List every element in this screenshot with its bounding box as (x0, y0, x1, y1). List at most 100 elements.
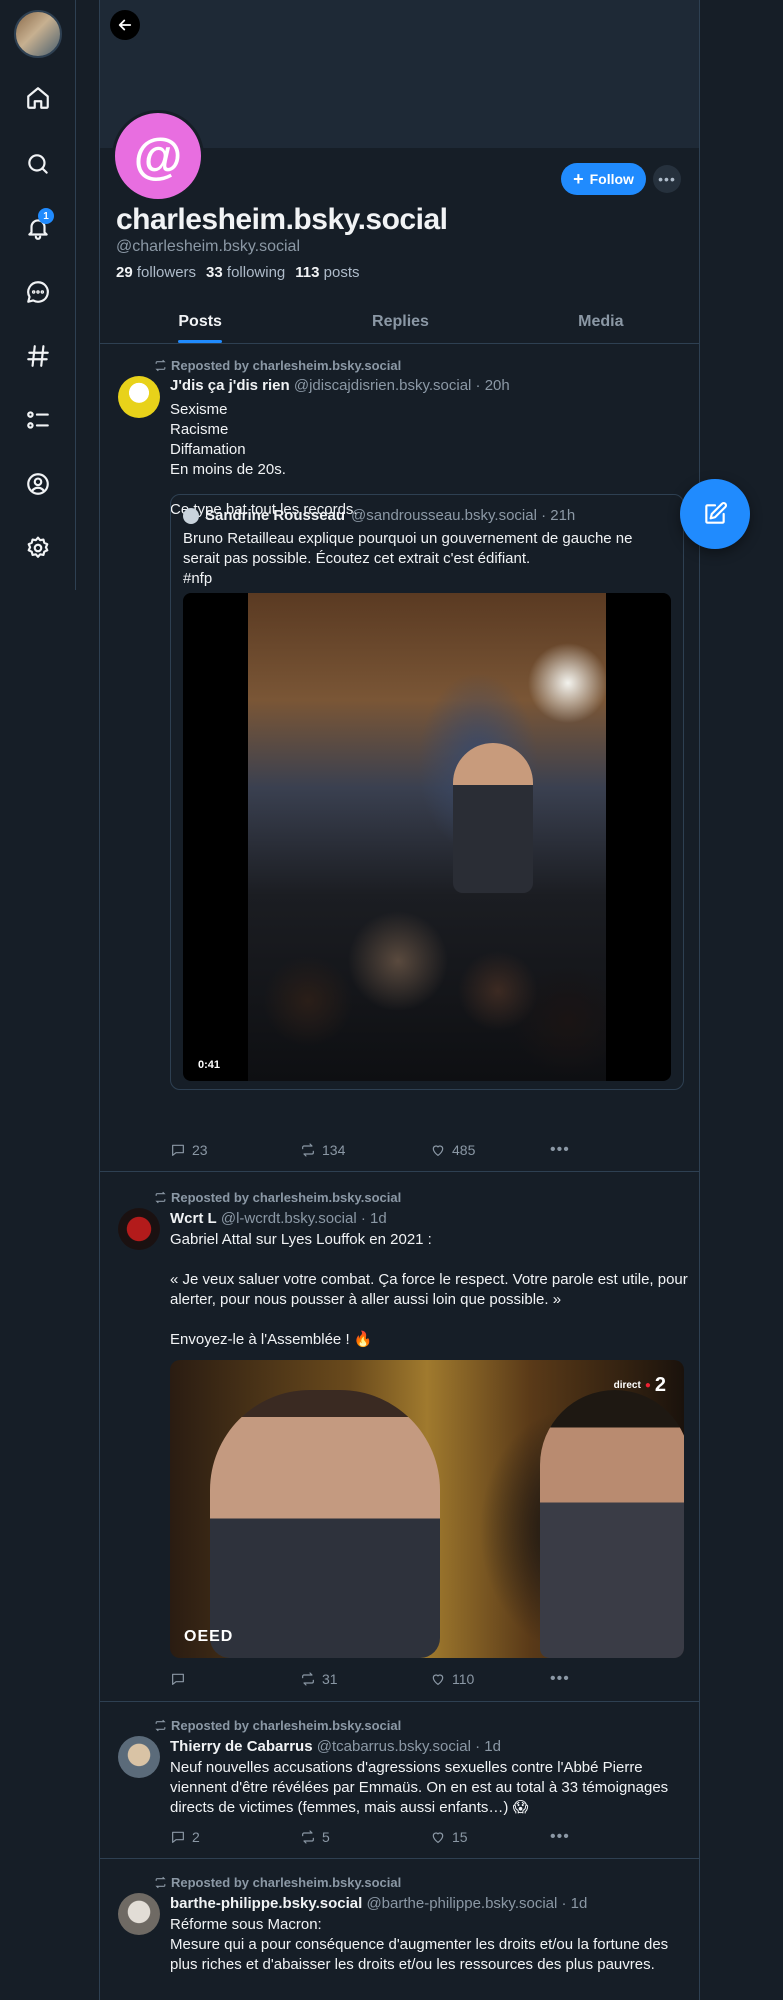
repost-icon (155, 1191, 166, 1204)
settings-icon[interactable] (20, 530, 56, 566)
search-icon[interactable] (20, 146, 56, 182)
author-meta: @jdiscajdisrien.bsky.social · 20h (293, 377, 510, 394)
author-avatar[interactable] (118, 376, 160, 418)
feed-post[interactable]: Reposted by charlesheim.bsky.social bart… (100, 1859, 699, 2000)
repost-icon (155, 1876, 166, 1889)
post-text: Réforme sous Macron: Mesure qui a pour c… (170, 1916, 669, 1973)
post-more-button[interactable]: ••• (550, 1670, 570, 1688)
post-image[interactable]: direct ● 2 OEED (170, 1360, 684, 1658)
hashtag-icon[interactable] (20, 338, 56, 374)
reply-button[interactable] (170, 1670, 300, 1688)
tv-watermark: OEED (184, 1628, 234, 1645)
author-meta: @barthe-philippe.bsky.social · 1d (366, 1895, 588, 1912)
image-person-left (210, 1390, 440, 1658)
feed-post[interactable]: Reposted by charlesheim.bsky.social J'di… (100, 344, 699, 1172)
repost-indicator: Reposted by charlesheim.bsky.social (154, 1718, 401, 1733)
author-avatar[interactable] (118, 1736, 160, 1778)
repost-icon (155, 1719, 166, 1732)
post-text: Gabriel Attal sur Lyes Louffok en 2021 :… (170, 1231, 688, 1348)
reply-icon (172, 1144, 184, 1156)
repost-icon (155, 359, 166, 372)
post-actions: 2 5 15 ••• (170, 1828, 570, 1846)
repost-indicator: Reposted by charlesheim.bsky.social (154, 1190, 401, 1205)
post-actions: 23 134 485 ••• (170, 1141, 570, 1159)
author-meta: @l-wcrdt.bsky.social · 1d (220, 1210, 387, 1227)
post-header: J'dis ça j'dis rien @jdiscajdisrien.bsky… (170, 377, 510, 394)
video-speaker (453, 743, 533, 893)
feed-post[interactable]: Reposted by charlesheim.bsky.social Thie… (100, 1702, 699, 1859)
quoted-author-name: Sandrine Rousseau (205, 507, 346, 524)
chat-icon[interactable] (20, 274, 56, 310)
profile-avatar[interactable]: @ (112, 110, 204, 202)
image-person-right (540, 1390, 684, 1658)
author-name[interactable]: Wcrt L (170, 1210, 217, 1227)
more-options-button[interactable]: ••• (653, 165, 681, 193)
author-meta: @tcabarrus.bsky.social · 1d (316, 1738, 501, 1755)
quoted-author-avatar (183, 507, 199, 524)
posts-count: 113 posts (295, 264, 360, 281)
repost-button[interactable]: 134 (300, 1141, 430, 1159)
author-avatar[interactable] (118, 1893, 160, 1935)
post-text: Neuf nouvelles accusations d'agressions … (170, 1759, 669, 1816)
post-header: Wcrt L @l-wcrdt.bsky.social · 1d (170, 1210, 387, 1227)
post-more-button[interactable]: ••• (550, 1141, 570, 1159)
like-button[interactable]: 15 (430, 1828, 550, 1846)
author-name[interactable]: J'dis ça j'dis rien (170, 377, 290, 394)
post-header: barthe-philippe.bsky.social @barthe-phil… (170, 1895, 587, 1912)
profile-display-name: charlesheim.bsky.social (116, 203, 448, 236)
reply-icon (172, 1673, 184, 1685)
author-name[interactable]: Thierry de Cabarrus (170, 1738, 313, 1755)
repost-button[interactable]: 31 (300, 1670, 430, 1688)
tv-channel-logo: direct ● 2 (613, 1374, 666, 1396)
follow-label: Follow (589, 171, 634, 187)
repost-indicator: Reposted by charlesheim.bsky.social (154, 1875, 401, 1890)
follow-button[interactable]: + Follow (561, 163, 646, 195)
tab-media[interactable]: Media (501, 300, 699, 343)
video-duration: 0:41 (193, 1057, 226, 1073)
rail-divider (75, 0, 76, 590)
post-actions: 31 110 ••• (170, 1670, 570, 1688)
like-button[interactable]: 110 (430, 1670, 550, 1688)
post-header: Thierry de Cabarrus @tcabarrus.bsky.soci… (170, 1738, 501, 1755)
arrow-left-icon (118, 19, 132, 31)
reply-button[interactable]: 2 (170, 1828, 300, 1846)
heart-icon (432, 1832, 444, 1843)
video-player[interactable]: 0:41 (183, 593, 671, 1081)
quoted-post[interactable]: Sandrine Rousseau @sandrousseau.bsky.soc… (170, 494, 684, 1090)
compose-icon (705, 502, 727, 524)
user-avatar[interactable] (14, 10, 62, 58)
profile-icon[interactable] (20, 466, 56, 502)
profile-handle: @charlesheim.bsky.social (116, 238, 301, 255)
quoted-post-header: Sandrine Rousseau @sandrousseau.bsky.soc… (183, 507, 575, 524)
lists-icon[interactable] (20, 402, 56, 438)
tab-replies[interactable]: Replies (300, 300, 500, 343)
author-name[interactable]: barthe-philippe.bsky.social (170, 1895, 362, 1912)
video-crowd (248, 881, 606, 1081)
repost-button[interactable]: 5 (300, 1828, 430, 1846)
post-more-button[interactable]: ••• (550, 1828, 570, 1846)
heart-icon (432, 1145, 444, 1156)
profile-tabs: Posts Replies Media (100, 300, 699, 344)
notification-badge: 1 (38, 208, 54, 224)
back-button[interactable] (110, 10, 140, 40)
heart-icon (432, 1674, 444, 1685)
compose-button[interactable] (680, 479, 750, 549)
reply-button[interactable]: 23 (170, 1141, 300, 1159)
repost-icon (302, 1143, 314, 1157)
plus-icon: + (573, 169, 584, 189)
profile-stats: 29 followers 33 following 113 posts (116, 264, 360, 281)
following-link[interactable]: 33 following (206, 264, 285, 281)
quoted-author-meta: @sandrousseau.bsky.social · 21h (351, 507, 576, 524)
repost-indicator: Reposted by charlesheim.bsky.social (154, 358, 401, 373)
bell-icon[interactable]: 1 (20, 208, 56, 246)
tab-posts[interactable]: Posts (100, 300, 300, 343)
quoted-post-text: Bruno Retailleau explique pourquoi un go… (183, 530, 633, 587)
followers-link[interactable]: 29 followers (116, 264, 196, 281)
repost-icon (302, 1830, 314, 1844)
reply-icon (172, 1831, 184, 1843)
feed-post[interactable]: Reposted by charlesheim.bsky.social Wcrt… (100, 1172, 699, 1702)
home-icon[interactable] (20, 80, 56, 116)
author-avatar[interactable] (118, 1208, 160, 1250)
like-button[interactable]: 485 (430, 1141, 550, 1159)
profile-main-column: @ + Follow ••• charlesheim.bsky.social @… (99, 0, 700, 2000)
